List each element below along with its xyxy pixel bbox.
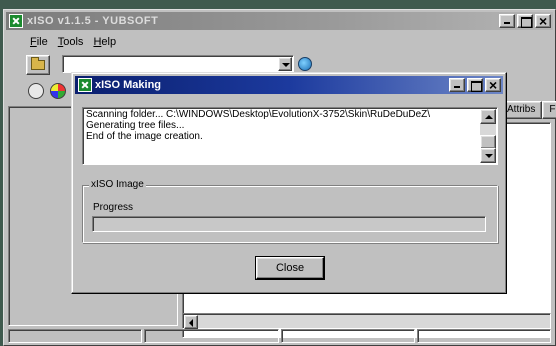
status-cell	[8, 329, 143, 343]
log-textbox[interactable]: Scanning folder... C:\WINDOWS\Desktop\Ev…	[82, 107, 498, 165]
close-button[interactable]: Close	[255, 256, 325, 280]
status-bar	[8, 329, 551, 343]
dialog-titlebar[interactable]: xISO Making	[75, 76, 503, 94]
minimize-icon[interactable]	[499, 14, 515, 28]
scroll-up-icon[interactable]	[480, 109, 496, 124]
dialog-window-controls	[449, 77, 501, 93]
log-line: End of the image creation.	[86, 131, 203, 142]
close-icon[interactable]	[485, 77, 501, 93]
xiso-image-group: xISO Image Progress	[82, 179, 498, 243]
log-line: Scanning folder... C:\WINDOWS\Desktop\Ev…	[86, 109, 431, 120]
maximize-icon[interactable]	[467, 78, 483, 92]
list-header: Attribs F	[500, 101, 556, 119]
close-icon[interactable]	[535, 13, 551, 29]
log-vertical-scrollbar[interactable]	[480, 109, 496, 163]
main-window-controls	[499, 13, 551, 29]
burn-icon[interactable]	[50, 83, 66, 99]
open-folder-button[interactable]	[26, 55, 50, 75]
path-combobox[interactable]	[62, 55, 294, 73]
scroll-thumb[interactable]	[480, 135, 496, 149]
globe-icon[interactable]	[298, 57, 312, 71]
status-cell	[144, 329, 279, 343]
dropdown-arrow-icon[interactable]	[278, 57, 292, 71]
log-line: Generating tree files...	[86, 120, 185, 131]
menubar: File Tools Help	[8, 36, 116, 48]
main-titlebar[interactable]: xISO v1.1.5 - YUBSOFT	[6, 12, 553, 30]
column-f[interactable]: F	[542, 101, 556, 119]
menu-file[interactable]: File	[30, 36, 48, 48]
scroll-down-icon[interactable]	[480, 148, 496, 163]
minimize-icon[interactable]	[449, 78, 465, 92]
main-window-title: xISO v1.1.5 - YUBSOFT	[27, 15, 159, 27]
horizontal-scrollbar[interactable]	[182, 313, 551, 329]
disc-icon[interactable]	[28, 83, 44, 99]
menu-help[interactable]: Help	[93, 36, 116, 48]
dialog-title: xISO Making	[95, 79, 162, 91]
status-cell	[416, 329, 551, 343]
folder-open-icon	[31, 57, 45, 70]
maximize-icon[interactable]	[517, 14, 533, 28]
log-lines: Scanning folder... C:\WINDOWS\Desktop\Ev…	[86, 109, 479, 142]
status-cell	[280, 329, 415, 343]
scroll-left-icon[interactable]	[184, 315, 198, 329]
group-label: xISO Image	[89, 179, 146, 190]
menu-tools[interactable]: Tools	[58, 36, 84, 48]
progress-bar	[92, 216, 486, 232]
xiso-making-dialog: xISO Making Scanning folder... C:\WINDOW…	[71, 72, 507, 294]
app-icon	[78, 78, 92, 92]
app-icon	[9, 14, 23, 28]
progress-label: Progress	[93, 202, 134, 213]
